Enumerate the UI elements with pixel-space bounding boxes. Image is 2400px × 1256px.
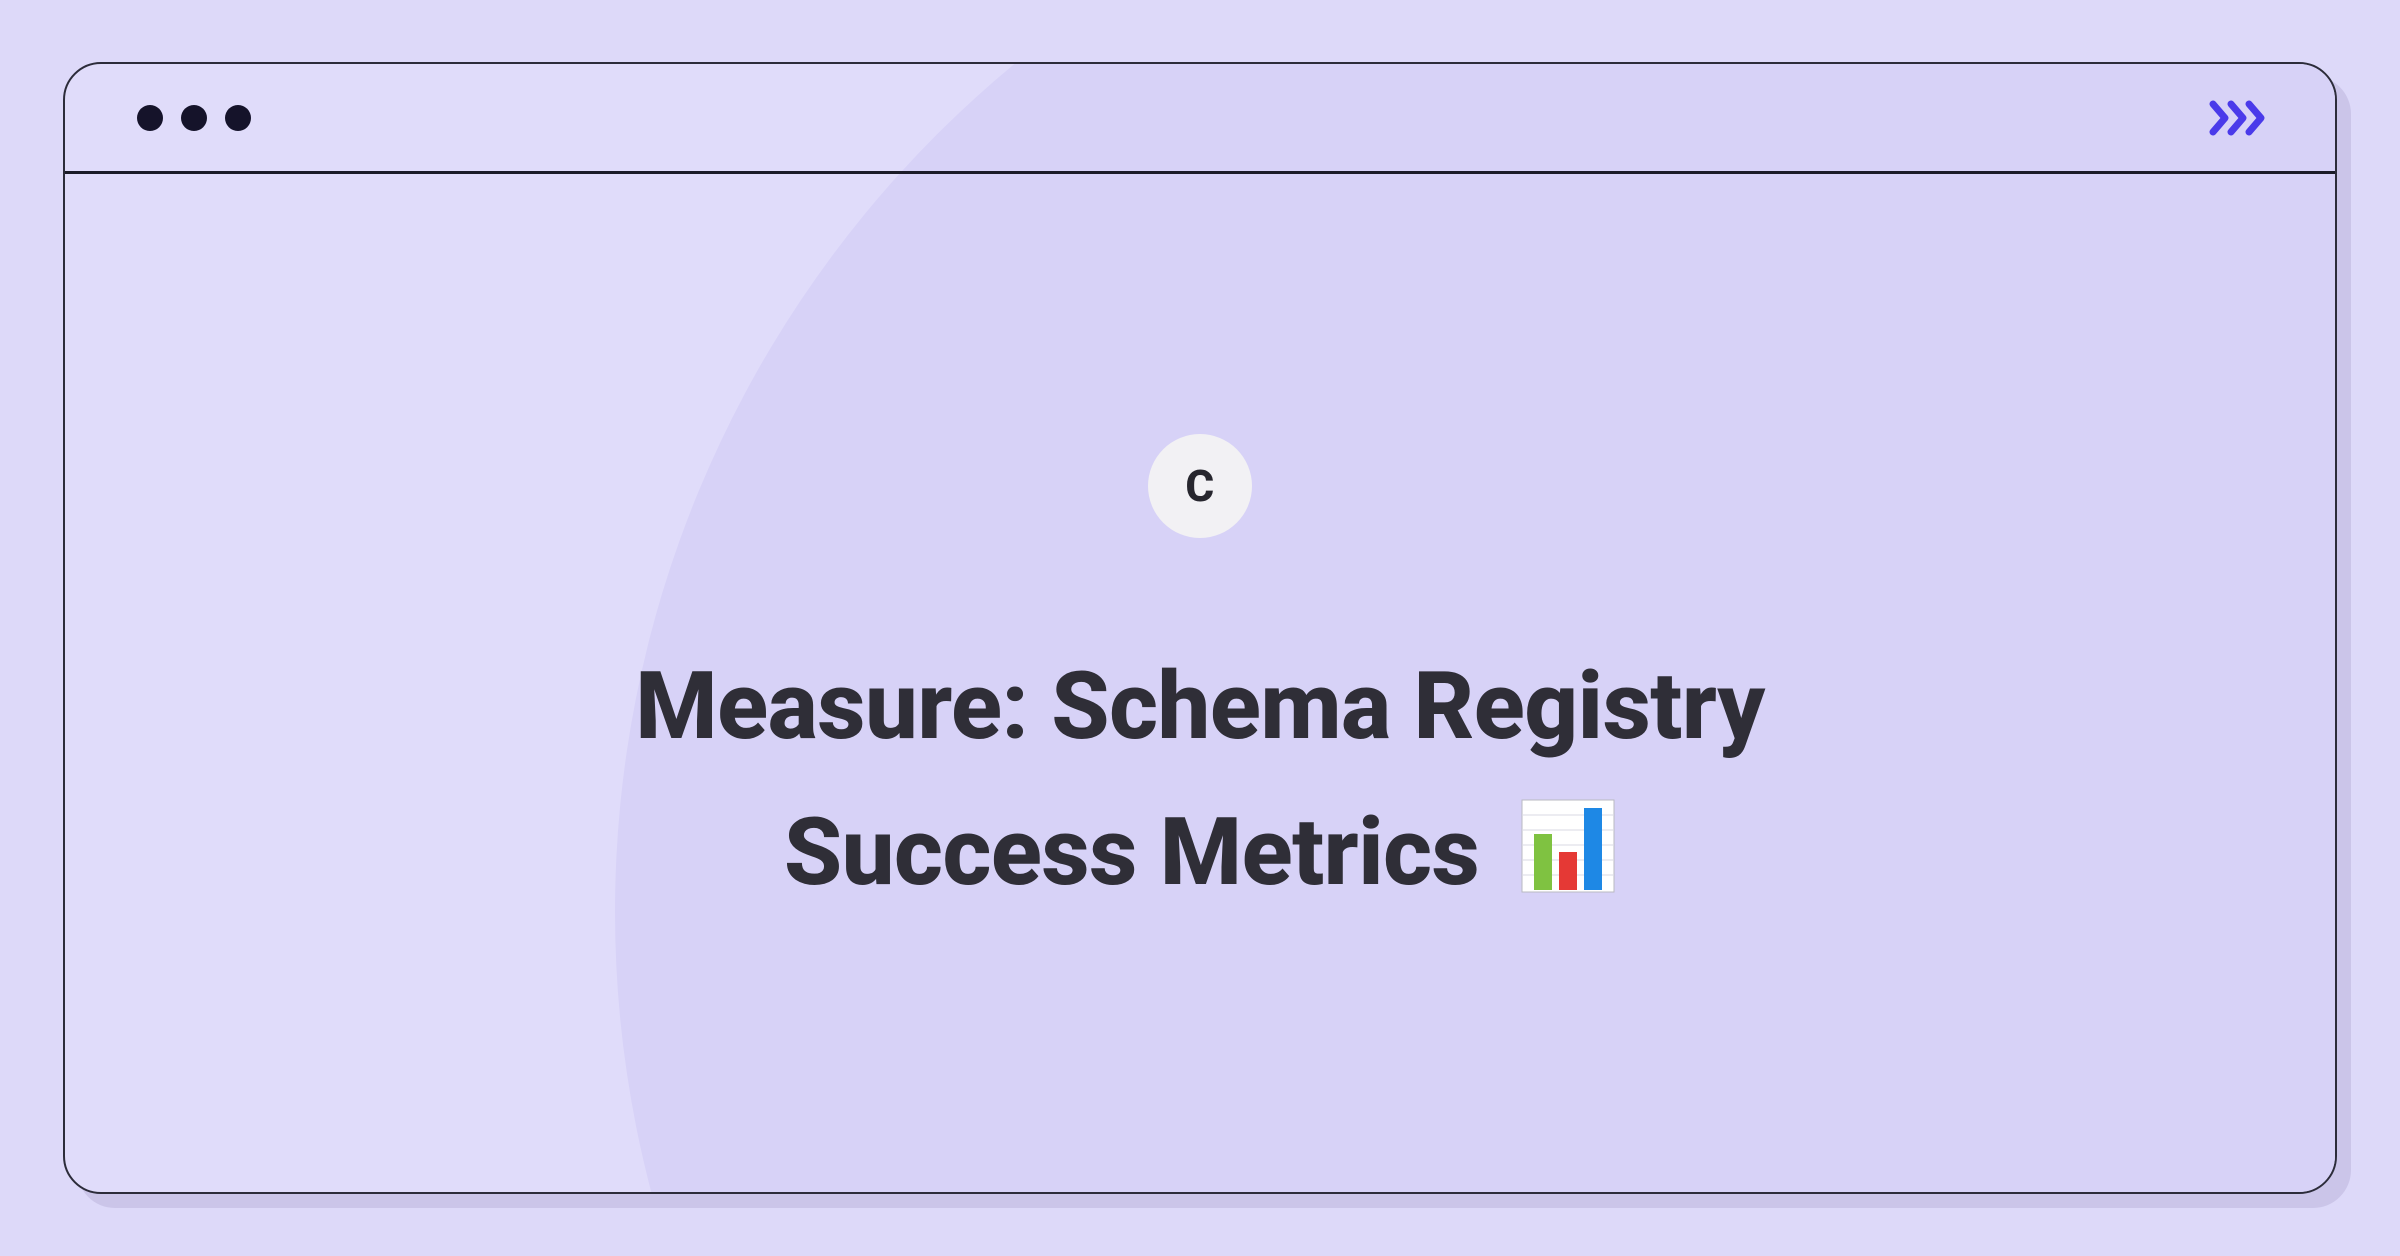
forward-button[interactable] xyxy=(2209,100,2273,136)
window-dot-icon[interactable] xyxy=(225,105,251,131)
avatar-letter: C xyxy=(1185,460,1214,512)
headline-line-1: Measure: Schema Registry xyxy=(635,634,1765,780)
bar-chart-icon xyxy=(1520,790,1616,936)
headline-line-2-text: Success Metrics xyxy=(784,797,1479,907)
headline-line-2: Success Metrics xyxy=(635,780,1765,936)
app-window: C Measure: Schema Registry Success Metri… xyxy=(63,62,2337,1194)
window-dot-icon[interactable] xyxy=(137,105,163,131)
window-titlebar xyxy=(65,64,2335,174)
page-title: Measure: Schema Registry Success Metrics xyxy=(635,634,1765,935)
double-chevron-right-icon xyxy=(2209,100,2273,136)
card-content: C Measure: Schema Registry Success Metri… xyxy=(65,174,2335,1192)
window-controls xyxy=(137,105,251,131)
window-dot-icon[interactable] xyxy=(181,105,207,131)
avatar: C xyxy=(1148,434,1252,538)
